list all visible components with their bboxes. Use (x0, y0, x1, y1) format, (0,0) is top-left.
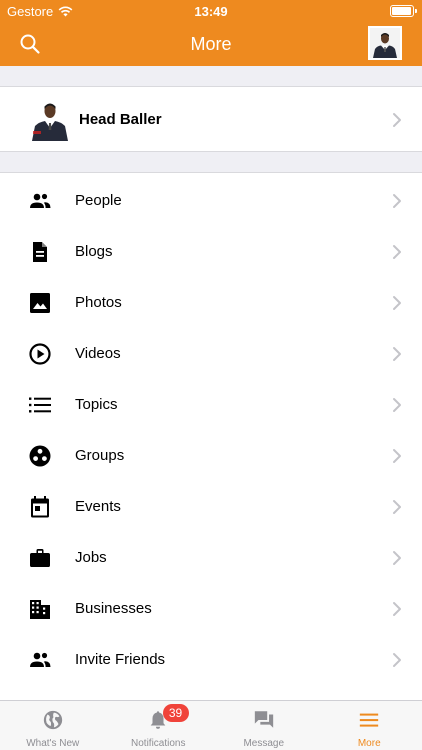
menu-item-invite-friends[interactable]: Invite Friends (0, 634, 422, 685)
building-icon (30, 600, 50, 619)
chevron-right-icon (393, 347, 401, 361)
menu-item-label: Groups (75, 447, 125, 464)
battery-icon (390, 5, 417, 17)
chevron-right-icon (393, 551, 401, 565)
tab-label: More (357, 738, 381, 749)
chevron-right-icon (393, 296, 401, 310)
globe-icon (43, 710, 62, 730)
chevron-right-icon (393, 449, 401, 463)
tab-notifications[interactable]: 39 Notifications (106, 701, 212, 750)
menu-item-label: Videos (75, 345, 121, 362)
tab-label: Message (243, 738, 285, 749)
profile-image (30, 97, 70, 141)
status-time: 13:49 (194, 4, 228, 19)
menu-item-label: Events (75, 498, 121, 515)
menu-item-topics[interactable]: Topics (0, 379, 422, 430)
menu-item-photos[interactable]: Photos (0, 277, 422, 328)
header-bar: Gestore 13:49 More (0, 0, 422, 66)
groups-icon (29, 445, 51, 467)
profile-name: Head Baller (79, 111, 162, 128)
menu-item-blogs[interactable]: Blogs (0, 226, 422, 277)
status-bar: Gestore 13:49 (0, 0, 422, 22)
chevron-right-icon (393, 602, 401, 616)
tab-whats-new[interactable]: What's New (0, 701, 106, 750)
page-title: More (190, 34, 232, 54)
chevron-right-icon (393, 194, 401, 208)
calendar-icon (31, 496, 49, 518)
menu-item-label: Jobs (75, 549, 107, 566)
chat-icon (254, 711, 273, 728)
list-icon (29, 397, 51, 413)
menu-item-label: People (75, 192, 122, 209)
menu-item-people[interactable]: People (0, 175, 422, 226)
menu-item-label: Businesses (75, 600, 152, 617)
document-icon (33, 242, 47, 262)
chevron-right-icon (393, 653, 401, 667)
avatar[interactable] (368, 26, 402, 60)
menu-item-businesses[interactable]: Businesses (0, 583, 422, 634)
tab-label: What's New (26, 738, 80, 749)
people-icon (30, 652, 51, 667)
menu-item-label: Invite Friends (75, 651, 166, 668)
chevron-right-icon (393, 113, 401, 127)
notification-count-badge: 39 (162, 704, 189, 722)
chevron-right-icon (393, 398, 401, 412)
tab-bar: What's New 39 Notifications Message More (0, 700, 422, 750)
chevron-right-icon (393, 245, 401, 259)
people-icon (30, 193, 51, 208)
menu-item-events[interactable]: Events (0, 481, 422, 532)
tab-message[interactable]: Message (211, 701, 317, 750)
menu-item-label: Topics (75, 396, 118, 413)
menu-item-videos[interactable]: Videos (0, 328, 422, 379)
menu-item-partial[interactable] (0, 685, 422, 700)
menu-icon (360, 713, 379, 727)
menu-item-groups[interactable]: Groups (0, 430, 422, 481)
play-circle-icon (29, 343, 51, 365)
tab-label: Notifications (131, 738, 186, 749)
tab-more[interactable]: More (317, 701, 422, 750)
profile-row[interactable]: Head Baller (0, 86, 422, 152)
image-icon (30, 293, 50, 313)
menu-item-jobs[interactable]: Jobs (0, 532, 422, 583)
profile-avatar (30, 97, 70, 141)
more-menu-list: People Blogs Photos Videos Topics Groups… (0, 172, 422, 700)
avatar-image (370, 28, 400, 58)
menu-item-label: Blogs (75, 243, 113, 260)
briefcase-icon (30, 549, 50, 567)
chevron-right-icon (393, 500, 401, 514)
menu-item-label: Photos (75, 294, 122, 311)
